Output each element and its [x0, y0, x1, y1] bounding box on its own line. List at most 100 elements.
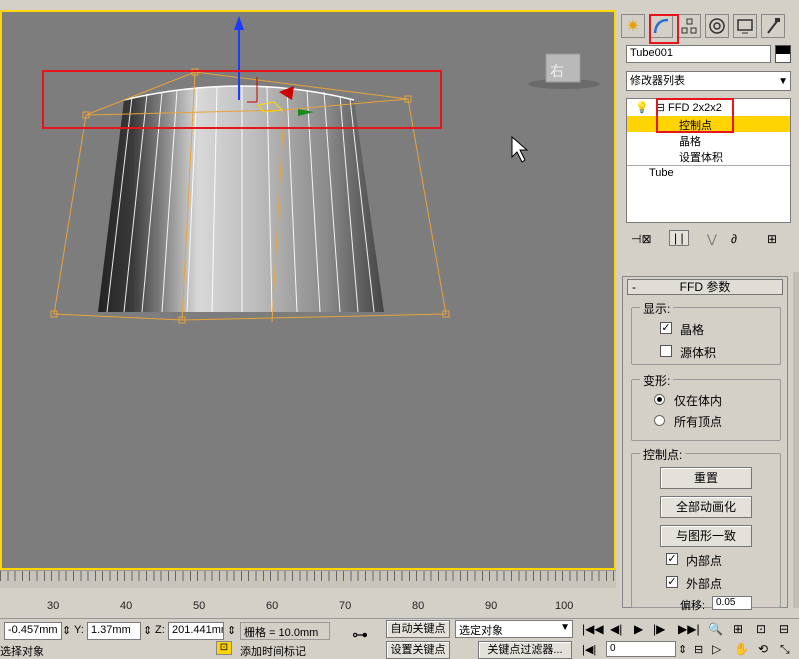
key-icon[interactable]: ⊶	[352, 625, 368, 645]
motion-icon	[709, 18, 725, 34]
top-strip	[0, 0, 799, 10]
pin-stack-icon[interactable]: ⊣⊠	[631, 232, 652, 246]
modifier-list-dropdown[interactable]: 修改器列表 ▼	[626, 71, 791, 91]
utilities-tab[interactable]	[761, 14, 785, 38]
tick-label-60: 60	[266, 600, 279, 612]
only-in-volume-radio[interactable]	[654, 394, 665, 405]
inside-points-label: 内部点	[686, 554, 723, 568]
control-points-group-title: 控制点:	[640, 446, 686, 463]
utilities-icon	[767, 18, 780, 34]
goto-end-icon[interactable]: ▶▶|	[678, 622, 700, 636]
display-group: 显示: ✓ 晶格 源体积	[631, 300, 781, 365]
z-coordinate-field[interactable]: 201.441mm	[168, 622, 224, 640]
selected-object-dropdown[interactable]: 选定对象 ▼	[455, 620, 573, 638]
all-vertices-label: 所有顶点	[674, 415, 723, 429]
configure-sets-icon[interactable]: ⊞	[767, 232, 777, 246]
tick-label-40: 40	[120, 600, 133, 612]
mouse-cursor	[511, 135, 529, 163]
show-end-result-icon[interactable]: | |	[669, 230, 689, 246]
remove-modifier-icon[interactable]: ∂	[731, 232, 737, 246]
selected-object-label: 选定对象	[459, 625, 503, 637]
prompt-line: 选择对象	[0, 646, 44, 658]
view-cube	[528, 53, 600, 89]
make-unique-icon[interactable]: ⋁	[707, 232, 717, 246]
only-in-volume-label: 仅在体内	[674, 394, 723, 408]
conform-to-shape-button[interactable]: 与图形一致	[660, 525, 752, 547]
view-cube-label[interactable]: 右	[550, 61, 564, 81]
offset-field[interactable]: 0.05	[712, 596, 752, 610]
grid-size-display: 栅格 = 10.0mm	[240, 622, 330, 640]
reset-button[interactable]: 重置	[660, 467, 752, 489]
goto-start-icon[interactable]: |◀◀	[582, 622, 604, 636]
highlight-modify-tab	[649, 14, 679, 44]
panel-scrollbar[interactable]	[793, 272, 799, 608]
auto-key-button[interactable]: 自动关键点	[386, 620, 450, 638]
rollout-title: FFD 参数	[679, 280, 731, 294]
pan-icon[interactable]: ✋	[734, 642, 749, 656]
display-tab[interactable]	[733, 14, 757, 38]
zoom-extents-all-icon[interactable]: ⊟	[779, 622, 789, 636]
offset-label: 偏移:	[680, 600, 706, 612]
deform-group: 变形: 仅在体内 所有顶点	[631, 372, 781, 441]
tick-label-90: 90	[485, 600, 498, 612]
motion-tab[interactable]	[705, 14, 729, 38]
play-icon[interactable]: ▶	[634, 622, 643, 636]
y-coordinate-field[interactable]: 1.37mm	[87, 622, 141, 640]
hierarchy-icon	[681, 18, 697, 34]
zoom-all-icon[interactable]: ⊞	[733, 622, 743, 636]
control-points-group: 控制点: 重置 全部动画化 与图形一致 ✓ 内部点 ✓ 外部点 偏移: 0.05	[631, 446, 781, 612]
y-label: Y:	[74, 624, 84, 636]
previous-frame-icon[interactable]: ◀|	[610, 622, 622, 636]
current-frame-field[interactable]: 0	[606, 641, 676, 657]
x-spinner-icon[interactable]: ⇕	[62, 624, 71, 637]
stack-item-lattice[interactable]: 晶格	[679, 133, 701, 149]
display-icon	[737, 19, 753, 34]
tick-label-80: 80	[412, 600, 425, 612]
display-group-title: 显示:	[640, 300, 674, 317]
orbit-icon[interactable]: ⟲	[758, 642, 768, 656]
key-mode-icon[interactable]: |◀|	[582, 643, 596, 656]
object-name-field[interactable]: Tube001	[626, 45, 771, 63]
hierarchy-tab[interactable]	[677, 14, 701, 38]
rollout-header[interactable]: - FFD 参数	[627, 279, 783, 295]
z-spinner-icon[interactable]: ⇕	[227, 624, 236, 637]
tick-label-30: 30	[47, 600, 60, 612]
ffd-rollout: - FFD 参数 显示: ✓ 晶格 源体积 变形: 仅在体内 所有顶点 控制点:…	[622, 276, 788, 612]
highlight-top-control-points	[42, 70, 442, 129]
lightbulb-icon: 💡	[635, 102, 649, 114]
collapse-icon: -	[632, 280, 636, 294]
outside-points-label: 外部点	[686, 577, 723, 591]
deform-group-title: 变形:	[640, 372, 674, 389]
field-of-view-icon[interactable]: ▷	[712, 642, 721, 656]
stack-item-set-volume[interactable]: 设置体积	[679, 149, 723, 165]
add-time-tag[interactable]: 添加时间标记	[240, 643, 340, 659]
trackbar-ticks	[0, 571, 616, 581]
animate-all-button[interactable]: 全部动画化	[660, 496, 752, 518]
next-frame-icon[interactable]: |▶	[653, 622, 665, 636]
zoom-extents-icon[interactable]: ⊡	[756, 622, 766, 636]
outside-points-checkbox[interactable]: ✓	[666, 576, 678, 588]
lattice-checkbox-label: 晶格	[680, 323, 705, 337]
timeline-ruler: 30 40 50 60 70 80 90 100	[0, 588, 616, 618]
source-volume-checkbox[interactable]	[660, 345, 672, 357]
key-filters-button[interactable]: 关键点过滤器...	[478, 641, 572, 659]
time-tag-icon[interactable]: ⊡	[216, 641, 232, 655]
z-label: Z:	[155, 624, 165, 636]
zoom-icon[interactable]: 🔍	[708, 622, 723, 636]
viewport-right[interactable]: 右	[0, 10, 616, 570]
lattice-checkbox[interactable]: ✓	[660, 322, 672, 334]
all-vertices-radio[interactable]	[654, 415, 665, 426]
y-spinner-icon[interactable]: ⇕	[143, 624, 152, 637]
inside-points-checkbox[interactable]: ✓	[666, 553, 678, 565]
x-coordinate-field[interactable]: -0.457mm	[4, 622, 62, 640]
object-color-swatch[interactable]	[775, 45, 791, 63]
frame-spinner-icon[interactable]: ⇕	[678, 643, 687, 656]
time-config-icon[interactable]: ⊟	[694, 643, 703, 656]
set-key-button[interactable]: 设置关键点	[386, 641, 450, 659]
command-panel: ✷ Tube001 修改器列表 ▼ 💡 ⊟ FFD 2x2x2 控制点 晶格 设…	[617, 10, 799, 612]
create-tab[interactable]: ✷	[621, 14, 645, 38]
stack-item-tube[interactable]: Tube	[649, 167, 674, 179]
maximize-viewport-icon[interactable]: ⤡	[780, 642, 790, 657]
modifier-list-label: 修改器列表	[630, 75, 685, 87]
trackbar[interactable]	[0, 570, 616, 588]
